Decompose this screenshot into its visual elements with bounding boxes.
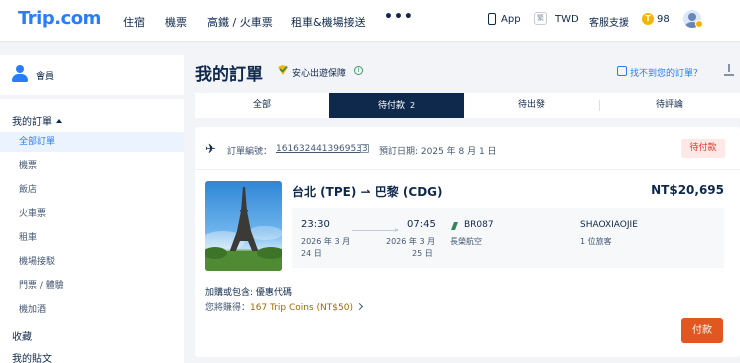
airplane-icon: ✈ [205,142,216,157]
safety-shield-icon [278,65,288,75]
departure-day: 24 日 [301,249,322,258]
pay-button[interactable]: 付款 [681,318,723,343]
coin-balance[interactable]: 98 [657,14,670,25]
app-link[interactable]: App [501,14,521,25]
sidebar-orders-heading[interactable]: 我的訂單 [12,113,62,128]
tab-upcoming-label: 待出發 [517,100,545,110]
page-title: 我的訂單 [195,65,263,85]
top-navigation-bar: Trip.com 住宿 機票 高鐵 / 火車票 租車&機場接送 ••• App … [0,0,740,42]
addon-promo-label: 加購或包含: 優惠代碼 [205,288,292,298]
flight-route: 台北 (TPE) ⇀ 巴黎 (CDG) [292,185,443,199]
departure-time: 23:30 [301,219,330,230]
sidebar-my-posts[interactable]: 我的貼文 [12,350,52,363]
order-number-label: 訂單編號： [227,147,273,157]
trip-coins-earn[interactable]: 您將賺得：167 Trip Coins (NT$50) [205,300,364,313]
member-card[interactable]: 會員 [0,55,184,95]
order-number[interactable]: 1616324413969533 [276,144,368,154]
status-badge: 待付款 [681,139,725,158]
member-label: 會員 [36,72,55,82]
tab-to-review-label: 待評論 [655,100,683,110]
destination-photo[interactable] [205,181,282,271]
order-card[interactable]: ✈ 訂單編號： 1616324413969533 預訂日期: 2025 年 8 … [195,127,740,357]
airline-logo-icon [451,222,458,230]
arrival-day: 25 日 [412,249,433,258]
phone-icon[interactable] [488,13,496,25]
search-order-icon [617,66,627,76]
passenger-name: SHAOXIAOJIE [580,220,638,230]
sidebar-menu: 我的訂單 全部訂單 機票 飯店 火車票 租車 機場接駁 門票 / 體驗 機加酒 … [0,99,184,363]
airline-name: 長榮航空 [450,237,482,246]
nav-hotels[interactable]: 住宿 [123,14,145,30]
sidebar-item-flight-hotel[interactable]: 機加酒 [0,300,184,320]
sidebar-item-all-orders[interactable]: 全部訂單 [0,132,184,152]
chevron-right-icon [355,302,364,311]
eiffel-tower-image [205,187,282,271]
tab-pending-payment-count: 2 [409,101,416,110]
sidebar-item-flights[interactable]: 機票 [0,156,184,176]
order-price: NT$20,695 [651,183,724,197]
avatar-badge-icon [695,20,703,28]
customer-support-link[interactable]: 客服支援 [589,14,629,29]
nav-trains[interactable]: 高鐵 / 火車票 [207,14,273,30]
download-icon[interactable] [724,64,734,76]
safe-travel-guarantee-label[interactable]: 安心出遊保障 [292,66,346,79]
find-order-link[interactable]: 找不到您的訂單？ [630,66,702,79]
nav-flights[interactable]: 機票 [165,14,187,30]
passenger-count: 1 位旅客 [580,237,612,246]
copy-icon[interactable] [360,144,369,153]
trip-coins-prefix: 您將賺得： [205,303,251,313]
arrival-month: 2026 年 3 月 [386,237,436,246]
more-menu-icon[interactable]: ••• [384,9,414,25]
sidebar-favorites[interactable]: 收藏 [12,328,32,343]
arrow-right-icon [352,228,399,232]
trip-logo[interactable]: Trip.com [18,8,101,29]
language-icon[interactable]: 繁 [534,12,547,25]
tab-upcoming[interactable]: 待出發 [464,93,599,118]
sidebar-item-hotels[interactable]: 飯店 [0,180,184,200]
tab-all[interactable]: 全部 [195,93,329,118]
sidebar-item-trains[interactable]: 火車票 [0,204,184,224]
info-icon[interactable]: i [354,66,363,75]
sidebar-item-attractions[interactable]: 門票 / 體驗 [0,276,184,296]
sidebar-item-car-rental[interactable]: 租車 [0,228,184,248]
tab-to-review[interactable]: 待評論 [599,93,740,118]
currency-selector[interactable]: TWD [555,14,579,25]
trip-coins-value: 167 Trip Coins (NT$50) [250,303,353,313]
caret-up-icon [56,119,62,123]
tab-all-label: 全部 [252,100,271,110]
trip-coin-icon: T [642,13,654,25]
user-icon [12,65,28,83]
sidebar-item-airport-transfer[interactable]: 機場接駁 [0,252,184,272]
flight-details: 23:30 2026 年 3 月 24 日 07:45 2026 年 3 月 2… [292,208,724,268]
nav-car-rental[interactable]: 租車&機場接送 [291,14,366,30]
card-divider [195,169,740,170]
departure-month: 2026 年 3 月 [301,237,351,246]
sidebar-orders-heading-label: 我的訂單 [12,117,52,128]
arrival-time: 07:45 [407,219,436,230]
order-status-tabs: 全部 待付款 2 待出發 待評論 [195,93,740,118]
tab-pending-payment-label: 待付款 [377,101,405,111]
tab-pending-payment[interactable]: 待付款 2 [329,93,464,118]
flight-number: BR087 [464,220,494,230]
booking-date: 預訂日期: 2025 年 8 月 1 日 [379,147,497,157]
